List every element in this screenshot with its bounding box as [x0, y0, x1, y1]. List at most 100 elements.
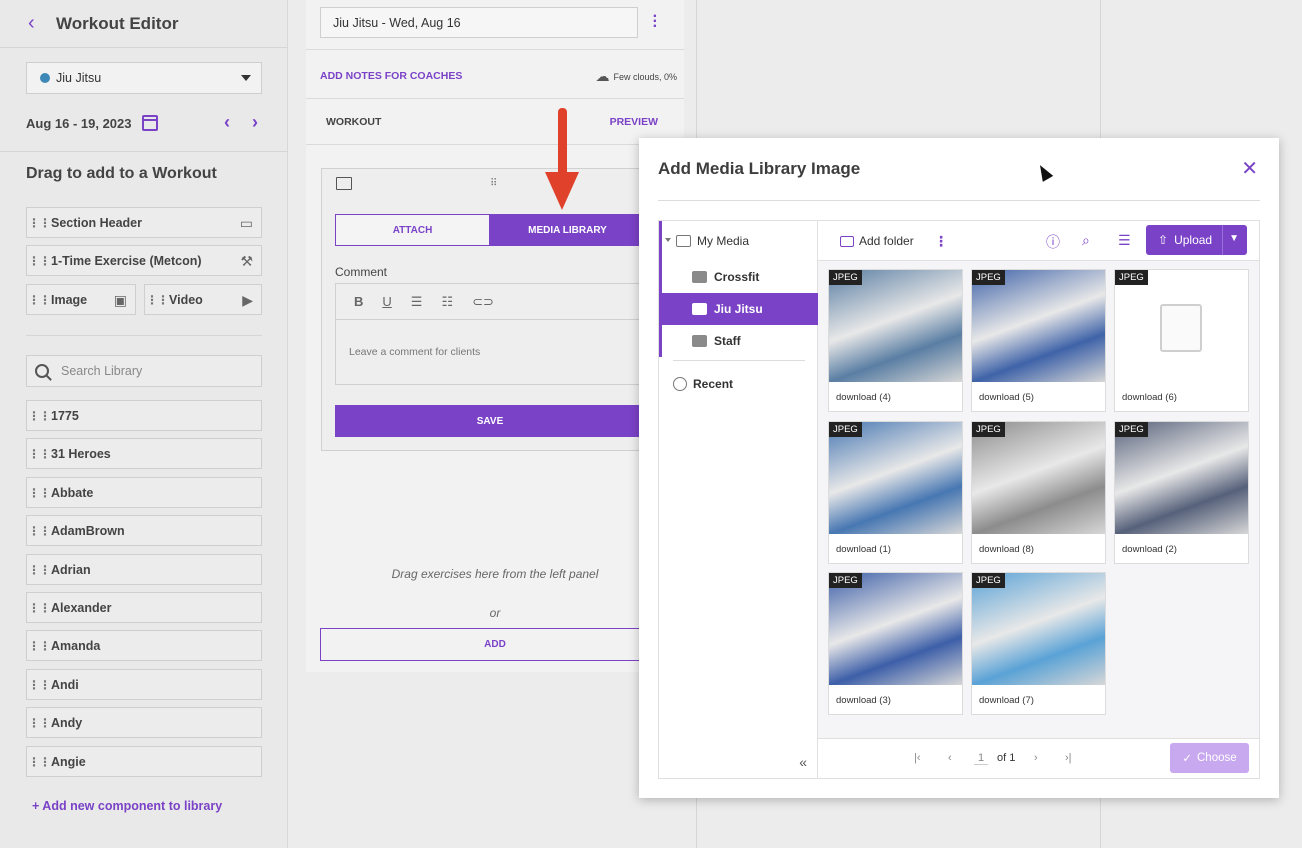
save-button[interactable]: SAVE: [335, 405, 645, 437]
pagination: |‹ ‹ 1 of 1 › ›| ✓ Choose: [818, 738, 1259, 778]
comment-placeholder: Leave a comment for clients: [349, 346, 481, 358]
image-component-card: ⠿ ATTACH MEDIA LIBRARY Comment B U ☰ ☷ ⊂…: [321, 168, 651, 451]
search-icon: [35, 364, 49, 378]
drag-handle-icon[interactable]: ⋮⋮: [27, 217, 51, 229]
next-page-icon[interactable]: ›: [1034, 752, 1038, 764]
library-item[interactable]: ⋮⋮ Adrian: [26, 554, 262, 585]
page-count: of 1: [997, 752, 1016, 764]
page-input[interactable]: 1: [974, 752, 988, 765]
folder-staff[interactable]: Staff: [659, 325, 818, 357]
sidebar-divider: [26, 335, 262, 336]
media-tile[interactable]: JPEG download (2): [1114, 421, 1249, 564]
collapse-panel-icon[interactable]: «: [799, 754, 807, 770]
media-tile[interactable]: JPEG download (6): [1114, 269, 1249, 412]
chevron-down-icon[interactable]: ▼: [1229, 233, 1239, 244]
file-type-badge: JPEG: [829, 573, 862, 588]
media-tile[interactable]: JPEG download (3): [828, 572, 963, 715]
choose-button[interactable]: ✓ Choose: [1170, 743, 1249, 773]
first-page-icon[interactable]: |‹: [914, 752, 921, 764]
media-tile[interactable]: JPEG download (7): [971, 572, 1106, 715]
library-item[interactable]: ⋮⋮ Alexander: [26, 592, 262, 623]
program-select[interactable]: Jiu Jitsu: [26, 62, 262, 94]
drag-handle-icon[interactable]: ⠿: [490, 178, 498, 189]
media-tile[interactable]: JPEG download (1): [828, 421, 963, 564]
comment-editor[interactable]: Leave a comment for clients: [335, 319, 645, 385]
numbered-list-icon[interactable]: ☷: [441, 294, 453, 310]
tab-media-library[interactable]: MEDIA LIBRARY: [490, 214, 645, 246]
add-folder-icon: [840, 235, 854, 247]
recent-link[interactable]: Recent: [673, 377, 733, 391]
drag-hint: Drag exercises here from the left panel: [391, 567, 599, 581]
library-item[interactable]: ⋮⋮ Angie: [26, 746, 262, 777]
last-page-icon[interactable]: ›|: [1065, 752, 1072, 764]
library-item[interactable]: ⋮⋮ 31 Heroes: [26, 438, 262, 469]
bullet-list-icon[interactable]: ☰: [411, 294, 423, 310]
program-select-value: Jiu Jitsu: [56, 71, 102, 85]
program-color-dot: [40, 73, 50, 83]
tab-attach[interactable]: ATTACH: [335, 214, 490, 246]
underline-icon[interactable]: U: [382, 294, 391, 309]
search-input[interactable]: Search Library: [26, 355, 262, 387]
add-new-component-link[interactable]: + Add new component to library: [32, 799, 222, 813]
caret-down-icon[interactable]: [665, 238, 671, 242]
drag-handle-icon[interactable]: ⋮⋮: [27, 564, 51, 576]
folder-tree: My Media Crossfit Jiu Jitsu Staff Recent…: [658, 220, 818, 779]
library-item[interactable]: ⋮⋮ Abbate: [26, 477, 262, 508]
drag-handle-icon[interactable]: ⋮⋮: [27, 525, 51, 537]
drag-handle-icon[interactable]: ⋮⋮: [27, 410, 51, 422]
drag-handle-icon[interactable]: ⋮⋮: [27, 602, 51, 614]
library-item[interactable]: ⋮⋮ AdamBrown: [26, 515, 262, 546]
close-icon[interactable]: ✕: [1241, 156, 1258, 181]
notes-row: [306, 50, 684, 99]
add-button[interactable]: ADD: [320, 628, 670, 661]
media-tile[interactable]: JPEG download (8): [971, 421, 1106, 564]
component-video[interactable]: ⋮⋮ Video ▶: [144, 284, 262, 315]
image-thumbnail: JPEG: [972, 573, 1105, 685]
workout-row: [306, 99, 684, 145]
check-icon: ✓: [1182, 753, 1192, 765]
info-icon[interactable]: ⓘ: [1046, 232, 1060, 252]
component-label: Section Header: [51, 215, 143, 230]
image-thumbnail: JPEG: [829, 422, 962, 534]
folder-jiu-jitsu[interactable]: Jiu Jitsu: [659, 293, 818, 325]
drag-handle-icon[interactable]: ⋮⋮: [27, 756, 51, 768]
library-item[interactable]: ⋮⋮ Andi: [26, 669, 262, 700]
component-metcon[interactable]: ⋮⋮ 1-Time Exercise (Metcon) ⚒: [26, 245, 262, 276]
document-icon: [1160, 304, 1202, 352]
drag-handle-icon[interactable]: ⋮⋮: [27, 717, 51, 729]
media-tile[interactable]: JPEG download (5): [971, 269, 1106, 412]
component-section-header[interactable]: ⋮⋮ Section Header ▭: [26, 207, 262, 238]
upload-button[interactable]: ⇧ Upload ▼: [1146, 225, 1247, 255]
library-item[interactable]: ⋮⋮ 1775: [26, 400, 262, 431]
file-type-badge: JPEG: [972, 270, 1005, 285]
search-icon[interactable]: ⌕: [1082, 232, 1090, 249]
drag-handle-icon[interactable]: ⋮⋮: [145, 294, 169, 306]
component-image[interactable]: ⋮⋮ Image ▣: [26, 284, 136, 315]
upload-label: Upload: [1174, 233, 1213, 247]
library-item[interactable]: ⋮⋮ Amanda: [26, 630, 262, 661]
media-tile[interactable]: JPEG download (4): [828, 269, 963, 412]
component-label: Image: [51, 292, 88, 307]
file-name: download (8): [979, 544, 1034, 555]
more-options-icon[interactable]: ⋮: [934, 233, 948, 250]
filter-icon[interactable]: ☰: [1118, 232, 1131, 249]
drag-handle-icon[interactable]: ⋮⋮: [27, 679, 51, 691]
drag-handle-icon[interactable]: ⋮⋮: [27, 255, 51, 267]
library-item[interactable]: ⋮⋮ Andy: [26, 707, 262, 738]
drag-handle-icon[interactable]: ⋮⋮: [27, 294, 51, 306]
drag-handle-icon[interactable]: ⋮⋮: [27, 487, 51, 499]
prev-arrow-icon[interactable]: ‹: [224, 112, 230, 133]
calendar-icon[interactable]: [141, 115, 158, 131]
prev-page-icon[interactable]: ‹: [948, 752, 952, 764]
add-folder-button[interactable]: Add folder: [840, 234, 914, 248]
back-chevron-icon[interactable]: ‹: [28, 12, 56, 35]
page-title: Workout Editor: [56, 13, 179, 33]
tree-root-my-media[interactable]: My Media: [659, 221, 818, 261]
search-placeholder: Search Library: [61, 364, 143, 378]
next-arrow-icon[interactable]: ›: [252, 112, 258, 133]
drag-handle-icon[interactable]: ⋮⋮: [27, 448, 51, 460]
folder-crossfit[interactable]: Crossfit: [659, 261, 818, 293]
link-icon[interactable]: ⊂⊃: [472, 294, 494, 310]
bold-icon[interactable]: B: [354, 294, 363, 309]
drag-handle-icon[interactable]: ⋮⋮: [27, 640, 51, 652]
